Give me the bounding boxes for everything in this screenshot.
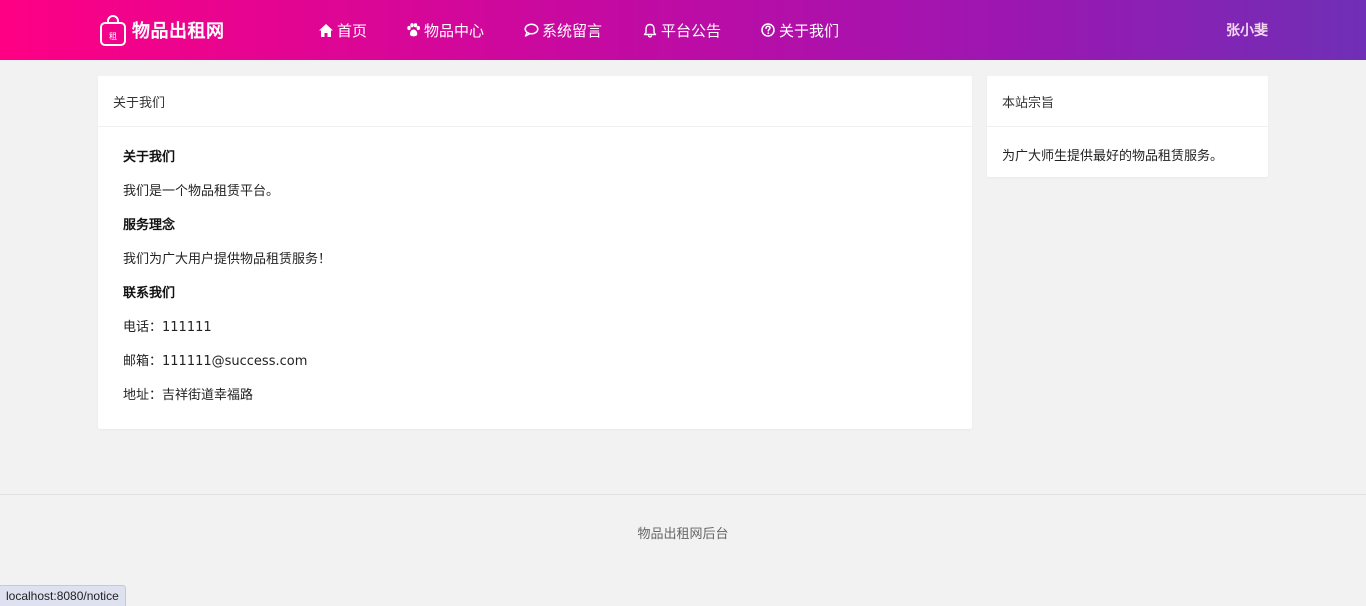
contact-email: 邮箱：111111@success.com	[123, 354, 308, 369]
mission-card: 本站宗旨 为广大师生提供最好的物品租赁服务。	[987, 76, 1268, 177]
service-text: 我们为广大用户提供物品租赁服务！	[123, 252, 332, 267]
nav-home[interactable]: 首页	[318, 0, 367, 60]
service-heading: 服务理念	[123, 218, 176, 233]
mission-card-title: 本站宗旨	[987, 76, 1268, 127]
mission-text: 为广大师生提供最好的物品租赁服务。	[1002, 149, 1224, 164]
bell-icon	[642, 22, 658, 38]
nav-messages-label: 系统留言	[542, 21, 603, 40]
nav-messages[interactable]: 系统留言	[523, 0, 602, 60]
paw-icon	[405, 22, 421, 38]
nav-announcements-label: 平台公告	[661, 21, 722, 40]
nav-about-label: 关于我们	[779, 21, 840, 40]
contact-address: 地址：吉祥街道幸福路	[123, 388, 254, 403]
home-icon	[318, 22, 334, 38]
shopping-bag-icon: 租	[99, 14, 127, 46]
contact-heading: 联系我们	[123, 286, 176, 301]
status-bar-url: localhost:8080/notice	[0, 585, 126, 606]
about-card-title: 关于我们	[98, 76, 972, 127]
nav-announcements[interactable]: 平台公告	[642, 0, 721, 60]
contact-phone: 电话：111111	[123, 320, 212, 335]
comment-icon	[523, 22, 539, 38]
about-card: 关于我们 关于我们 我们是一个物品租赁平台。 服务理念 我们为广大用户提供物品租…	[98, 76, 972, 429]
nav-about[interactable]: 关于我们	[760, 0, 839, 60]
nav-item-center-label: 物品中心	[424, 21, 485, 40]
footer-text: 物品出租网后台	[637, 527, 729, 542]
about-card-body: 关于我们 我们是一个物品租赁平台。 服务理念 我们为广大用户提供物品租赁服务！ …	[98, 127, 972, 422]
svg-text:租: 租	[109, 32, 117, 41]
site-logo-text: 物品出租网	[132, 21, 225, 42]
about-text: 我们是一个物品租赁平台。	[123, 184, 280, 199]
top-header: 租 物品出租网 首页 物品中心 系统留言 平台公告 关于我们 张小斐	[0, 0, 1366, 60]
footer: 物品出租网后台	[0, 494, 1366, 606]
site-logo[interactable]: 租 物品出租网	[99, 14, 225, 46]
about-heading: 关于我们	[123, 150, 176, 165]
nav-home-label: 首页	[337, 21, 368, 40]
user-name[interactable]: 张小斐	[1226, 0, 1268, 60]
nav-item-center[interactable]: 物品中心	[405, 0, 484, 60]
question-circle-icon	[760, 22, 776, 38]
